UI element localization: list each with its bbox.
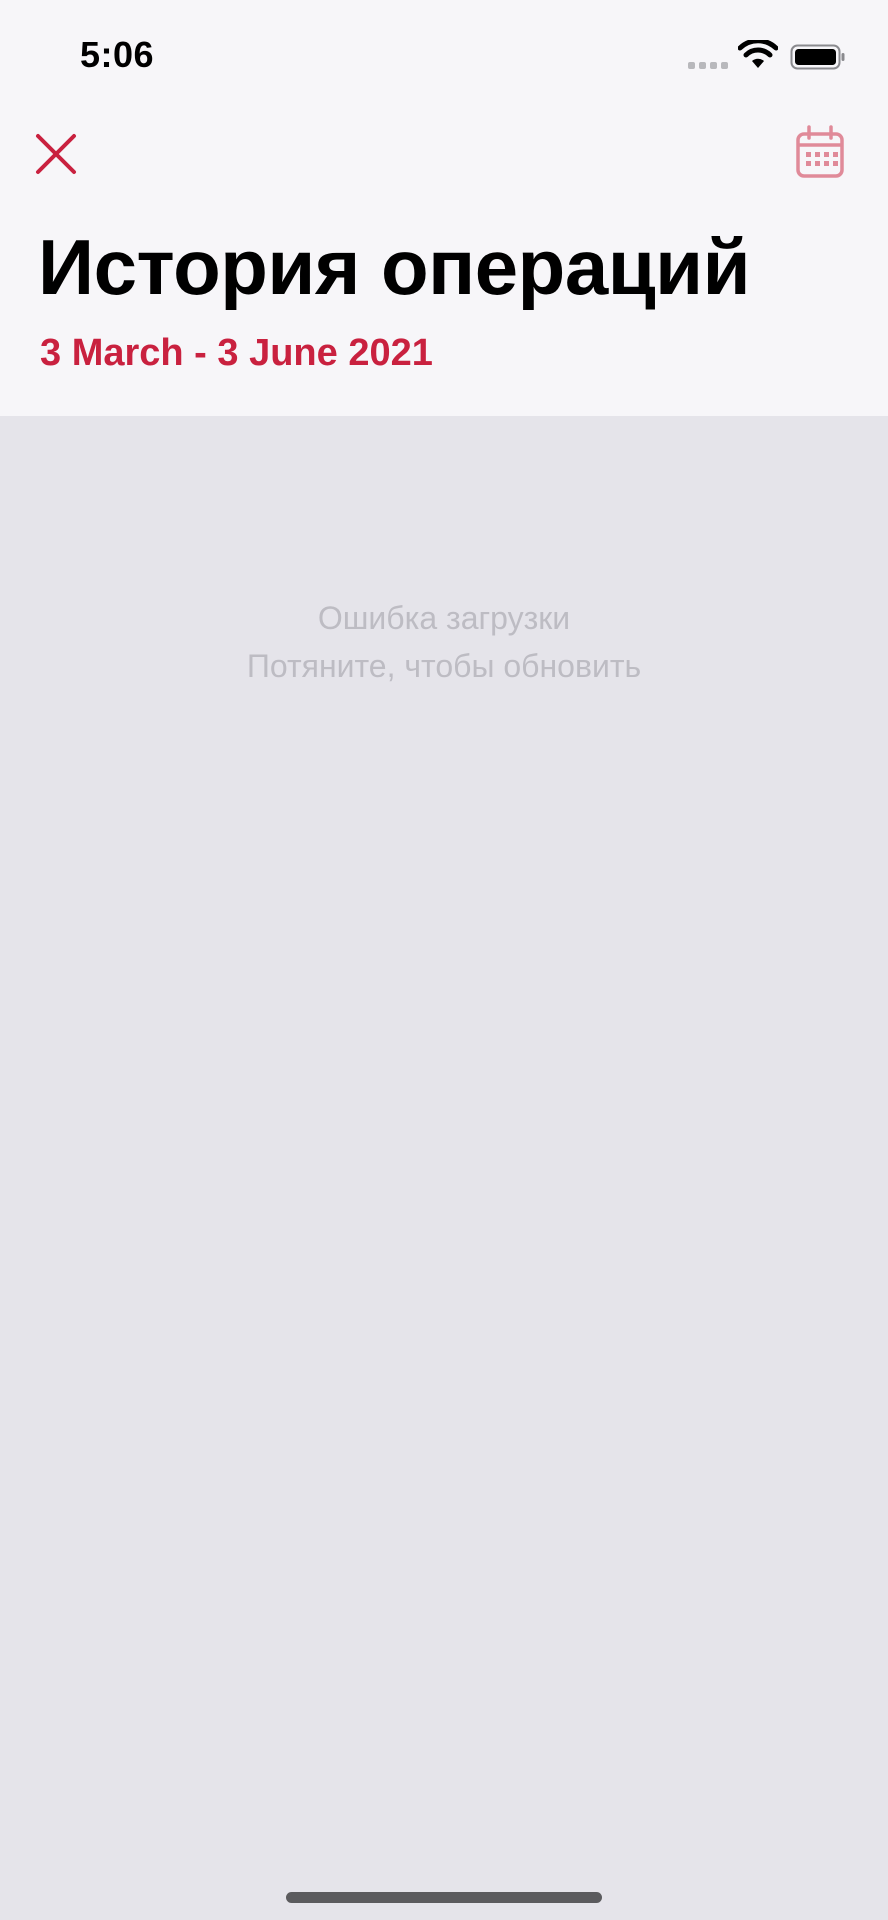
empty-state: Ошибка загрузки Потяните, чтобы обновить <box>0 594 888 690</box>
home-indicator[interactable] <box>286 1892 602 1903</box>
status-time: 5:06 <box>80 34 155 75</box>
wifi-icon <box>738 40 778 68</box>
calendar-icon[interactable] <box>794 124 846 180</box>
screen: 5:06 История операций 3 March - 3 June 2… <box>0 0 888 1920</box>
error-message: Ошибка загрузки <box>317 600 571 636</box>
battery-icon <box>790 44 845 70</box>
page-title: История операций <box>38 223 751 311</box>
date-range-label[interactable]: 3 March - 3 June 2021 <box>40 332 433 375</box>
signal-dots-icon <box>688 62 728 69</box>
pull-to-refresh-hint: Потяните, чтобы обновить <box>246 648 642 684</box>
close-icon[interactable] <box>30 128 82 180</box>
header: 5:06 История операций 3 March - 3 June 2… <box>0 0 888 416</box>
